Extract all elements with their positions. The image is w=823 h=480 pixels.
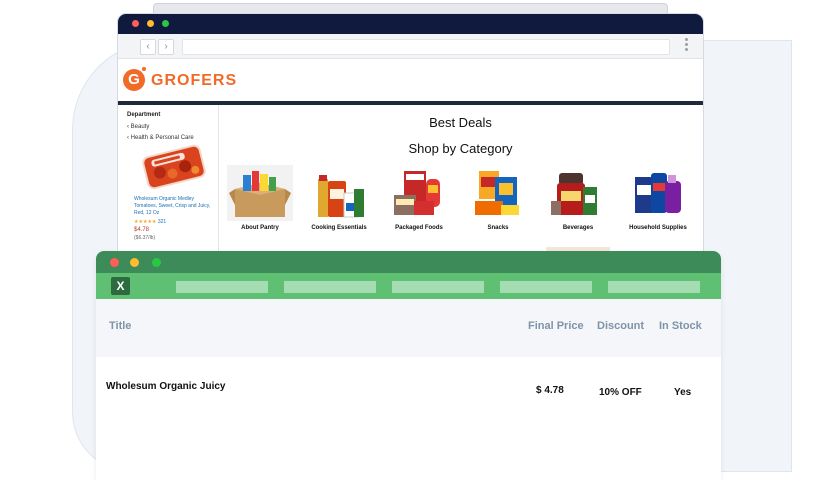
browser-window: ‹ › G GROFERS Department ‹ Beauty ‹ Heal… [118, 14, 703, 264]
cell-discount[interactable]: 10% OFF [599, 387, 642, 398]
forward-button[interactable]: › [158, 39, 174, 55]
maximize-window-button[interactable] [152, 258, 161, 267]
excel-titlebar [96, 251, 721, 273]
minimize-window-button[interactable] [147, 20, 154, 27]
ribbon-tab[interactable] [176, 281, 268, 293]
category-snacks[interactable]: Snacks [458, 165, 538, 231]
category-label: Snacks [487, 225, 509, 231]
cooking-essentials-icon [318, 175, 364, 218]
table-row: Wholesum Organic Juicy $ 4.78 10% OFF Ye… [96, 357, 721, 477]
grofers-logo-icon[interactable]: G [123, 69, 145, 91]
snacks-icon [475, 171, 519, 215]
address-bar[interactable] [182, 39, 670, 55]
excel-window: X Title Final Price Discount In Stock Wh… [96, 251, 721, 480]
product-rating: ★★★★★ 321 [134, 219, 166, 225]
cell-final-price[interactable]: $ 4.78 [536, 385, 564, 396]
category-label: Cooking Essentials [311, 225, 367, 231]
category-label: About Pantry [241, 225, 279, 231]
rating-count[interactable]: 321 [158, 219, 166, 225]
shop-by-category-heading: Shop by Category [408, 141, 513, 156]
category-label: Packaged Foods [395, 225, 443, 231]
product-unit-price: ($6.37/lb) [134, 235, 156, 241]
category-label: Household Supplies [629, 225, 687, 231]
maximize-window-button[interactable] [162, 20, 169, 27]
site-header: G GROFERS [118, 59, 703, 105]
browser-menu-icon[interactable] [685, 38, 689, 53]
ribbon-tab[interactable] [284, 281, 376, 293]
column-header-final-price[interactable]: Final Price [528, 320, 584, 332]
minimize-window-button[interactable] [130, 258, 139, 267]
cell-title[interactable]: Wholesum Organic Juicy [106, 381, 225, 392]
table-header-row: Title Final Price Discount In Stock [96, 299, 721, 357]
browser-titlebar [118, 14, 703, 34]
packaged-foods-icon [394, 171, 440, 215]
ribbon-tab[interactable] [608, 281, 700, 293]
ribbon-tab[interactable] [392, 281, 484, 293]
beverages-icon [551, 173, 597, 215]
pantry-box-icon [227, 165, 293, 221]
product-price: $4.78 [134, 227, 150, 233]
category-label: Beverages [562, 225, 594, 231]
product-name-link[interactable]: Wholesum Organic Medley Tomatoes, Sweet,… [134, 196, 212, 217]
cell-in-stock[interactable]: Yes [674, 387, 691, 398]
column-header-title[interactable]: Title [109, 320, 131, 332]
category-packaged-foods[interactable]: Packaged Foods [379, 165, 459, 231]
page-body: Department ‹ Beauty ‹ Health & Personal … [118, 105, 703, 264]
close-window-button[interactable] [132, 20, 139, 27]
column-header-in-stock[interactable]: In Stock [659, 320, 702, 332]
category-cooking-essentials[interactable]: Cooking Essentials [299, 165, 379, 231]
logo-dot [142, 67, 146, 71]
column-header-discount[interactable]: Discount [597, 320, 644, 332]
best-deals-heading: Best Deals [429, 115, 492, 130]
excel-ribbon: X [96, 273, 721, 299]
grofers-logo-text[interactable]: GROFERS [151, 72, 237, 90]
browser-toolbar: ‹ › [118, 34, 703, 59]
back-button[interactable]: ‹ [140, 39, 156, 55]
excel-app-icon[interactable]: X [111, 277, 130, 295]
household-supplies-icon [635, 173, 681, 213]
star-rating-icon: ★★★★★ [134, 219, 157, 225]
category-about-pantry[interactable]: About Pantry [220, 165, 300, 231]
ribbon-tab[interactable] [500, 281, 592, 293]
category-beverages[interactable]: Beverages [538, 165, 618, 231]
close-window-button[interactable] [110, 258, 119, 267]
category-household-supplies[interactable]: Household Supplies [618, 165, 698, 231]
